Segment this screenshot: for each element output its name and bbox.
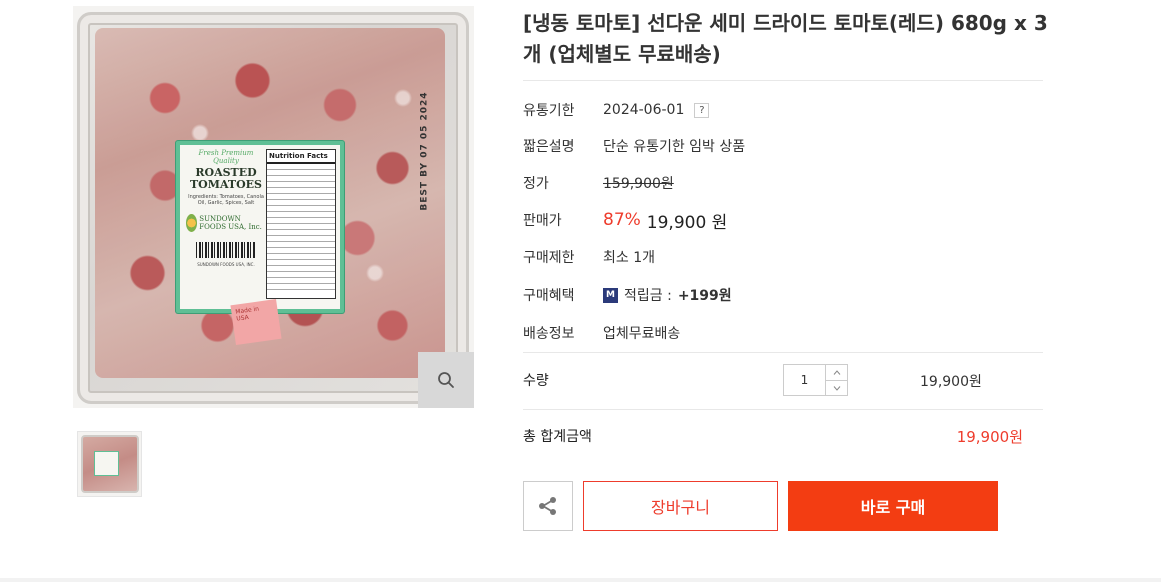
- expiry-label: 유통기한: [523, 103, 575, 119]
- sale-price-wrap: 87% 19,900 원: [603, 208, 727, 233]
- list-price-label: 정가: [523, 176, 549, 192]
- benefit-text: 적립금 :: [624, 288, 672, 304]
- label-address: SUNDOWN FOODS USA, INC.: [197, 262, 255, 267]
- best-by-text: BEST BY 07 05 2024: [420, 91, 430, 211]
- sale-price-row: 판매가 87% 19,900 원: [523, 208, 1043, 233]
- share-button[interactable]: [523, 481, 573, 531]
- label-tag: Fresh Premium Quality: [198, 149, 254, 165]
- chevron-down-icon: [833, 385, 840, 391]
- limit-row: 구매제한 최소 1개: [523, 245, 1043, 269]
- quantity-down-button[interactable]: [826, 380, 847, 395]
- summary-label: 짧은설명: [523, 139, 575, 155]
- help-icon[interactable]: ?: [694, 102, 710, 118]
- product-title: [냉동 토마토] 선다운 세미 드라이드 토마토(레드) 680g x 3개 (…: [523, 11, 1048, 66]
- share-icon: [539, 497, 556, 515]
- limit-label: 구매제한: [523, 250, 575, 266]
- quantity-price: 19,900원: [920, 374, 982, 390]
- list-price-value: 159,900원: [603, 176, 674, 192]
- buy-now-button[interactable]: 바로 구매: [788, 481, 998, 531]
- quantity-stepper: [783, 364, 848, 396]
- expiry-value-wrap: 2024-06-01 ?: [603, 102, 710, 118]
- total-price: 19,900원: [956, 427, 1023, 446]
- list-price-row: 정가 159,900원: [523, 171, 1043, 195]
- quantity-up-button[interactable]: [826, 365, 847, 380]
- benefit-amount: +199원: [677, 288, 732, 304]
- quantity-input[interactable]: [784, 365, 826, 395]
- barcode: [196, 242, 256, 258]
- mileage-icon: M: [603, 287, 618, 303]
- divider: [523, 352, 1043, 353]
- made-in-sticker: Made in USA: [230, 298, 282, 346]
- package-label: Fresh Premium Quality ROASTED TOMATOES I…: [176, 141, 344, 313]
- section-divider: [0, 578, 1161, 582]
- label-left: Fresh Premium Quality ROASTED TOMATOES I…: [186, 149, 266, 267]
- sale-price-value: 19,900 원: [646, 212, 728, 233]
- sun-logo-icon: [186, 214, 198, 232]
- magnifier-icon: [438, 372, 454, 388]
- shipping-value: 업체무료배송: [603, 326, 681, 342]
- zoom-button[interactable]: [418, 352, 474, 408]
- product-main-image[interactable]: BEST BY 07 05 2024 Fresh Premium Quality…: [73, 6, 474, 408]
- nutrition-head: Nutrition Facts: [267, 150, 335, 164]
- label-brand: SUNDOWN FOODS USA, Inc.: [186, 214, 266, 232]
- limit-value: 최소 1개: [603, 250, 655, 266]
- label-brand-text: SUNDOWN FOODS USA, Inc.: [199, 215, 262, 231]
- total-row: 총 합계금액 19,900원: [523, 424, 1023, 448]
- expiry-row: 유통기한 2024-06-01 ?: [523, 98, 1043, 122]
- chevron-up-icon: [833, 370, 840, 375]
- discount-rate: 87%: [603, 210, 641, 230]
- shipping-row: 배송정보 업체무료배송: [523, 321, 1043, 345]
- sale-price-label: 판매가: [523, 213, 562, 229]
- shipping-label: 배송정보: [523, 326, 575, 342]
- label-title: ROASTED TOMATOES: [190, 166, 262, 191]
- thumbnail-label: [94, 451, 119, 476]
- nutrition-panel: Nutrition Facts: [266, 149, 336, 299]
- summary-row: 짧은설명 단순 유통기한 임박 상품: [523, 134, 1043, 158]
- divider: [523, 80, 1043, 81]
- product-thumbnail[interactable]: [77, 431, 142, 497]
- benefit-row: 구매혜택 M 적립금 : +199원: [523, 283, 1043, 307]
- benefit-value: M 적립금 : +199원: [603, 285, 732, 305]
- total-label: 총 합계금액: [523, 429, 592, 445]
- expiry-value: 2024-06-01: [603, 102, 685, 118]
- benefit-label: 구매혜택: [523, 288, 575, 304]
- divider: [523, 409, 1043, 410]
- quantity-label: 수량: [523, 373, 549, 389]
- summary-value: 단순 유통기한 임박 상품: [603, 139, 746, 155]
- best-by-print: BEST BY 07 05 2024: [417, 86, 433, 216]
- label-ingredients: Ingredients: Tomatoes, Canola Oil, Garli…: [188, 194, 264, 206]
- quantity-row: 수량 19,900원: [523, 362, 1043, 398]
- nutrition-lines: [267, 164, 335, 292]
- add-to-cart-button[interactable]: 장바구니: [583, 481, 778, 531]
- quantity-buttons: [826, 365, 847, 395]
